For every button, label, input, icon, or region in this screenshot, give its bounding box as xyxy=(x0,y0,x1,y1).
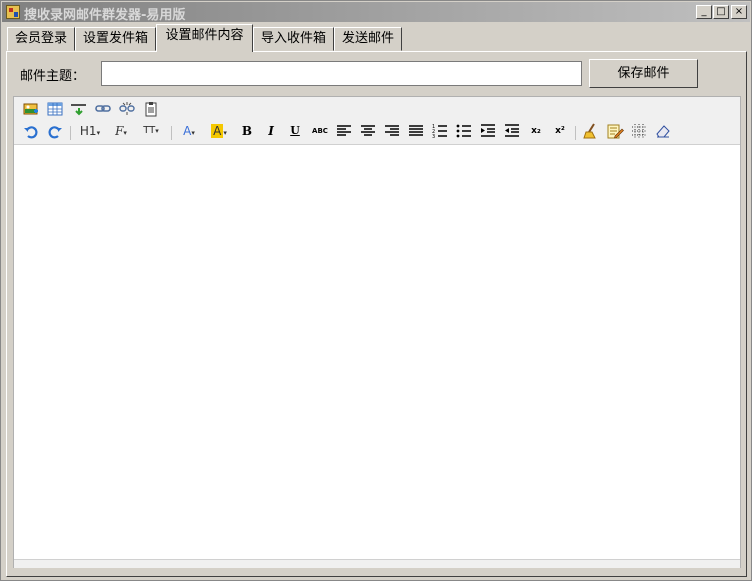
tab-send-mail[interactable]: 发送邮件 xyxy=(334,27,402,51)
font-family-dropdown[interactable]: F▾ xyxy=(110,122,132,140)
show-grid-icon[interactable] xyxy=(630,122,648,140)
source-edit-icon[interactable] xyxy=(606,122,624,140)
insert-hr-icon[interactable] xyxy=(70,100,88,118)
bg-color-button[interactable]: A ▾ xyxy=(206,122,232,140)
tab-member-login[interactable]: 会员登录 xyxy=(7,27,75,51)
eraser-icon[interactable] xyxy=(654,122,672,140)
outdent-icon[interactable] xyxy=(503,122,521,140)
tab-sender-settings[interactable]: 设置发件箱 xyxy=(75,27,156,51)
subscript-button[interactable]: x₂ xyxy=(527,122,545,140)
editor-content-area[interactable] xyxy=(14,145,740,559)
tab-mail-content[interactable]: 设置邮件内容 xyxy=(156,24,253,52)
clear-format-broom-icon[interactable] xyxy=(582,122,600,140)
bold-button[interactable]: B xyxy=(238,122,256,140)
font-color-button[interactable]: A▾ xyxy=(178,122,200,140)
unlink-icon[interactable] xyxy=(118,100,136,118)
unordered-list-icon[interactable] xyxy=(455,122,473,140)
undo-icon[interactable] xyxy=(22,122,40,140)
editor-toolbar: H1▾ F▾ TT▾ A▾ A ▾ B I U ABC 123 x₂ x² xyxy=(14,97,740,145)
subject-label: 邮件主题： xyxy=(20,69,86,84)
strikethrough-button[interactable]: ABC xyxy=(310,122,330,140)
app-window: 搜收录网邮件群发器-易用版 _ □ × 会员登录 设置发件箱 设置邮件内容 导入… xyxy=(0,0,752,581)
redo-icon[interactable] xyxy=(46,122,64,140)
underline-button[interactable]: U xyxy=(286,122,304,140)
title-bar[interactable]: 搜收录网邮件群发器-易用版 _ □ × xyxy=(2,2,750,23)
align-right-icon[interactable] xyxy=(383,122,401,140)
italic-button[interactable]: I xyxy=(262,122,280,140)
subject-input[interactable] xyxy=(101,61,582,86)
align-center-icon[interactable] xyxy=(359,122,377,140)
link-icon[interactable] xyxy=(94,100,112,118)
maximize-button[interactable]: □ xyxy=(713,5,729,19)
insert-image-icon[interactable] xyxy=(22,100,40,118)
align-left-icon[interactable] xyxy=(335,122,353,140)
close-button[interactable]: × xyxy=(731,5,747,19)
insert-table-icon[interactable] xyxy=(46,100,64,118)
minimize-button[interactable]: _ xyxy=(696,5,712,19)
app-icon xyxy=(6,5,20,19)
window-title: 搜收录网邮件群发器-易用版 xyxy=(24,8,186,23)
font-size-dropdown[interactable]: TT▾ xyxy=(138,122,164,140)
svg-text:3: 3 xyxy=(432,134,435,140)
editor-footer xyxy=(14,559,740,568)
heading-dropdown[interactable]: H1▾ xyxy=(76,122,104,140)
html-editor: H1▾ F▾ TT▾ A▾ A ▾ B I U ABC 123 x₂ x² xyxy=(13,96,741,568)
align-justify-icon[interactable] xyxy=(407,122,425,140)
superscript-button[interactable]: x² xyxy=(551,122,569,140)
paste-icon[interactable] xyxy=(142,100,160,118)
ordered-list-icon[interactable]: 123 xyxy=(431,122,449,140)
indent-icon[interactable] xyxy=(479,122,497,140)
save-mail-button[interactable]: 保存邮件 xyxy=(589,59,698,88)
tab-import-recipients[interactable]: 导入收件箱 xyxy=(253,27,334,51)
